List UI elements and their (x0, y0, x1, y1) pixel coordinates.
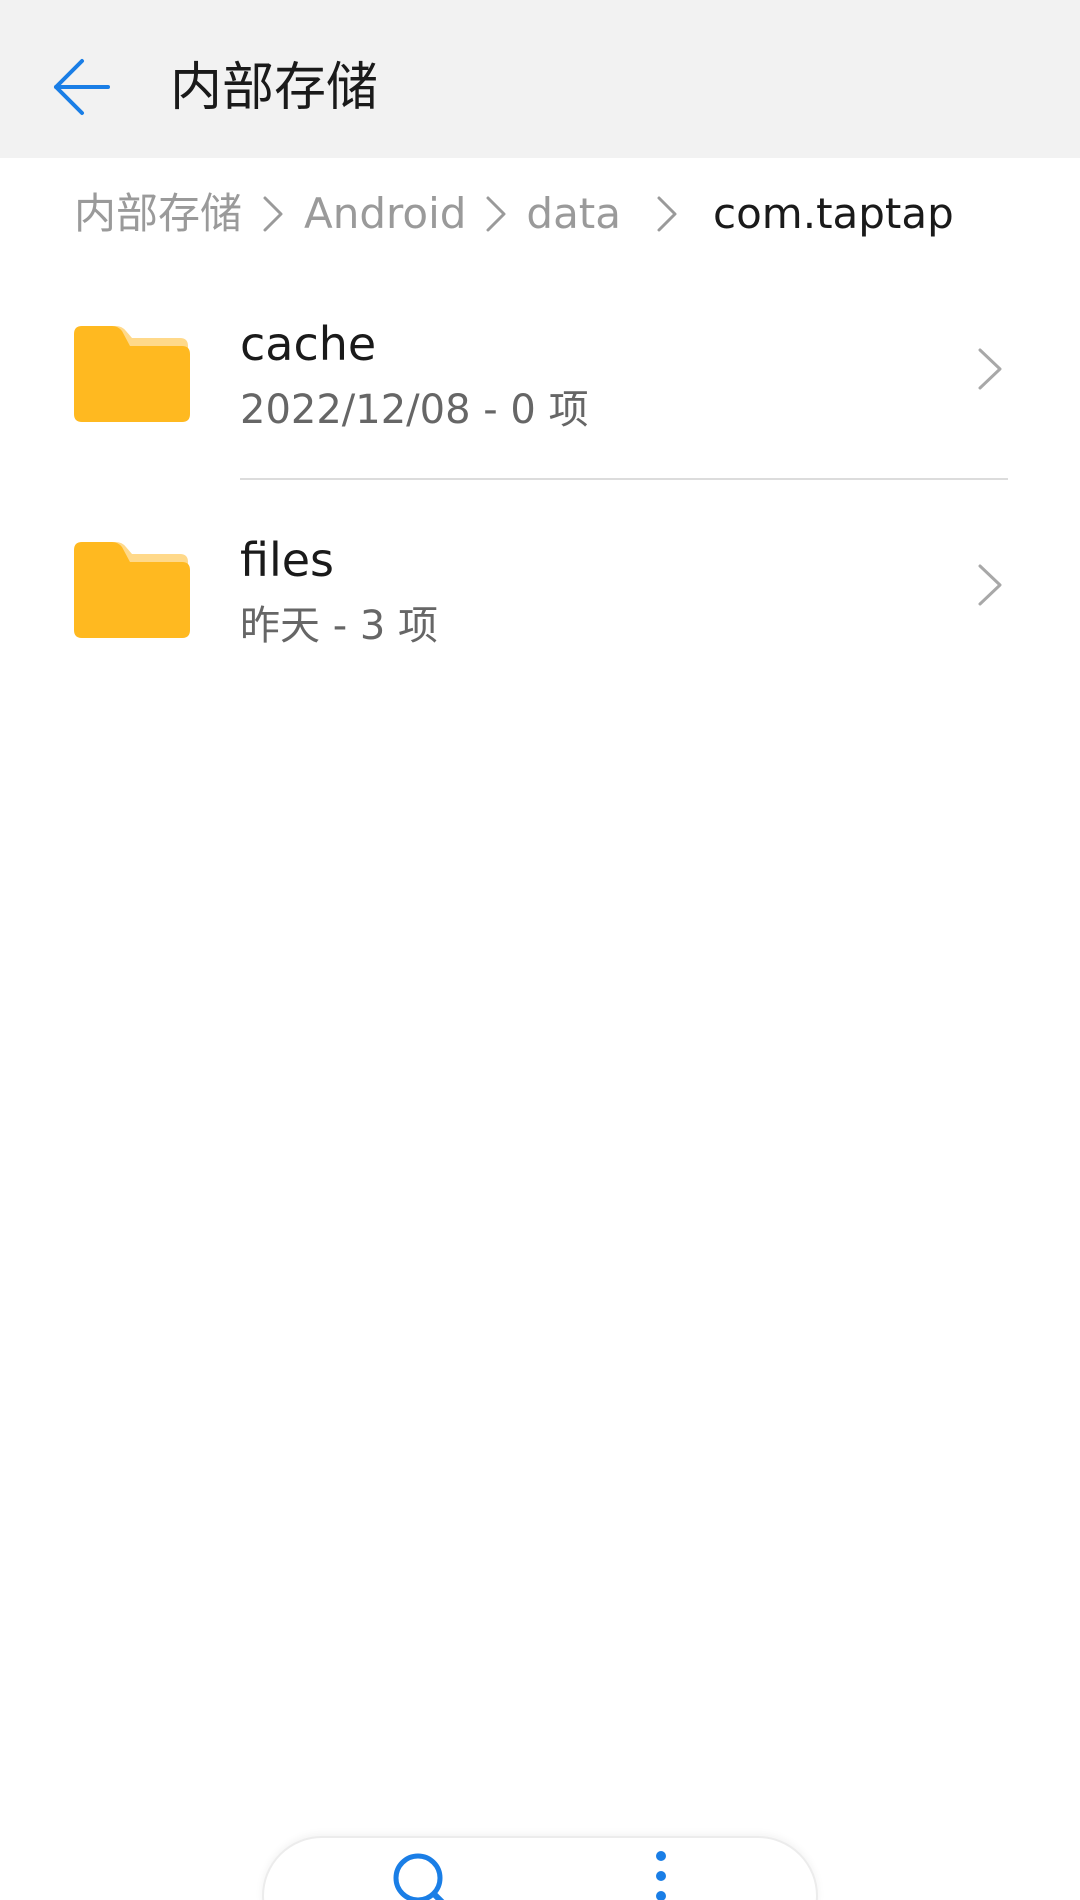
back-button[interactable] (44, 44, 120, 130)
more-vertical-icon (656, 1851, 666, 1900)
breadcrumb-item-data[interactable]: data (526, 182, 621, 246)
file-name: files (240, 533, 335, 587)
file-list: cache 2022/12/08 - 0 项 files 昨天 - 3 项 (0, 264, 1080, 696)
search-button[interactable] (376, 1846, 466, 1900)
breadcrumb-item-current: com.taptap (713, 189, 954, 238)
file-meta: 2022/12/08 - 0 项 (240, 387, 589, 433)
search-icon (393, 1853, 445, 1900)
page-title: 内部存储 (170, 58, 379, 118)
folder-icon (74, 542, 190, 638)
chevron-right-icon (621, 194, 713, 234)
chevron-right-icon (242, 194, 304, 234)
more-button[interactable] (616, 1846, 706, 1900)
chevron-right-icon (978, 348, 1002, 390)
folder-icon (74, 326, 190, 422)
file-meta: 昨天 - 3 项 (240, 603, 439, 649)
app-bar: 内部存储 (0, 0, 1080, 158)
breadcrumb-item-internal-storage[interactable]: 内部存储 (74, 182, 242, 246)
list-item-cache[interactable]: cache 2022/12/08 - 0 项 (0, 264, 1080, 480)
arrow-left-icon (54, 59, 110, 115)
breadcrumb: 内部存储 Android data com.taptap (74, 182, 954, 246)
file-manager-screen: 内部存储 内部存储 Android data com.taptap cache … (0, 0, 1080, 1900)
bottom-toolbar (262, 1836, 818, 1900)
breadcrumb-item-android[interactable]: Android (304, 182, 466, 246)
file-name: cache (240, 317, 377, 371)
chevron-right-icon (978, 564, 1002, 606)
chevron-right-icon (466, 194, 526, 234)
list-item-files[interactable]: files 昨天 - 3 项 (0, 480, 1080, 696)
